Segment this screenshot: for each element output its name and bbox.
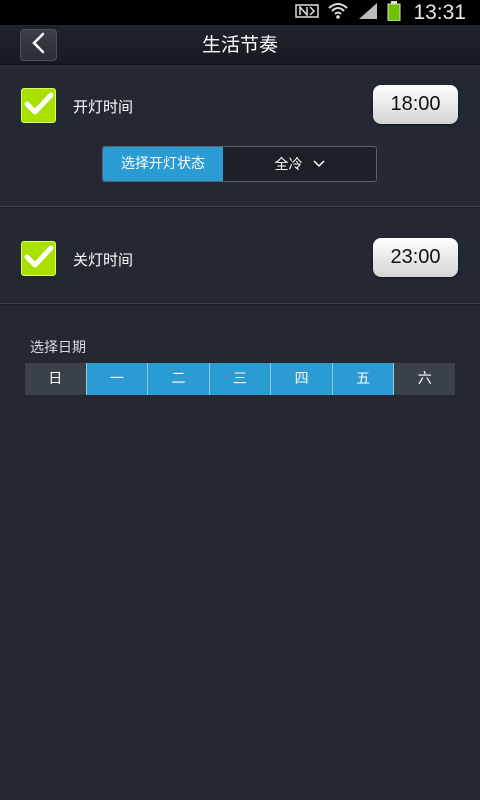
app-header: 生活节奏 — [0, 25, 480, 65]
day-sunday[interactable]: 日 — [25, 363, 87, 395]
nfc-icon — [295, 3, 320, 23]
light-off-time-button[interactable]: 23:00 — [373, 238, 458, 277]
divider — [0, 206, 480, 208]
back-button[interactable] — [20, 29, 57, 61]
signal-icon — [357, 2, 379, 24]
state-value: 全冷 — [274, 157, 303, 173]
day-tuesday[interactable]: 二 — [148, 363, 210, 395]
light-off-label: 关灯时间 — [73, 251, 134, 269]
day-monday[interactable]: 一 — [86, 363, 149, 395]
weekday-selector: 日 一 二 三 四 五 六 — [25, 363, 456, 395]
checkmark-icon — [24, 244, 54, 274]
light-on-checkbox[interactable] — [21, 88, 56, 123]
battery-icon — [387, 0, 401, 25]
divider — [0, 303, 480, 305]
back-arrow-icon — [31, 32, 47, 58]
checkmark-icon — [24, 91, 54, 121]
day-wednesday[interactable]: 三 — [209, 363, 272, 395]
day-friday[interactable]: 五 — [332, 363, 395, 395]
state-dropdown[interactable]: 全冷 — [223, 147, 376, 181]
page-title: 生活节奏 — [201, 34, 278, 56]
day-saturday[interactable]: 六 — [394, 363, 456, 395]
status-bar: 13:31 — [0, 0, 480, 25]
chevron-down-icon — [312, 156, 325, 172]
date-picker-caption: 选择日期 — [30, 340, 86, 356]
state-selector-label: 选择开灯状态 — [103, 147, 223, 181]
wifi-icon — [327, 2, 349, 24]
light-on-time-button[interactable]: 18:00 — [373, 85, 458, 124]
light-off-checkbox[interactable] — [21, 241, 56, 276]
light-state-selector[interactable]: 选择开灯状态 全冷 — [102, 146, 377, 182]
status-time: 13:31 — [413, 0, 466, 24]
light-on-label: 开灯时间 — [73, 98, 134, 116]
day-thursday[interactable]: 四 — [271, 363, 333, 395]
